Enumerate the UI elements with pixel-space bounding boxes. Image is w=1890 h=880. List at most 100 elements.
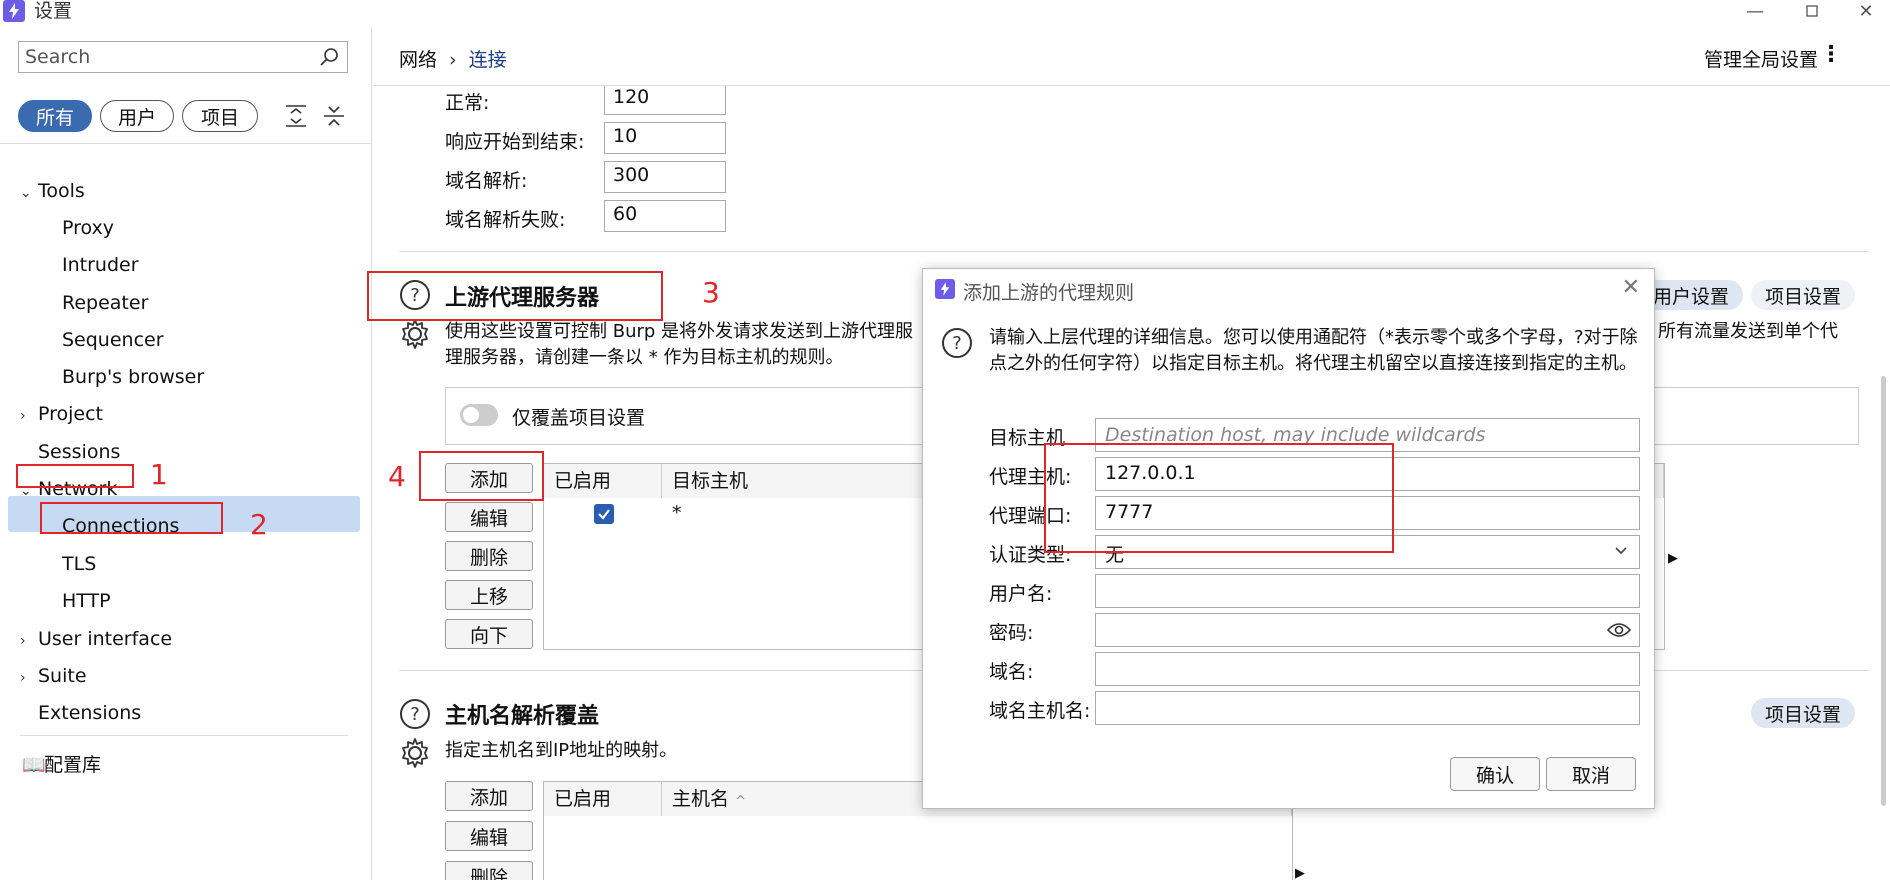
project-settings-pill[interactable]: 项目设置 — [1751, 698, 1856, 728]
tree-item-intruder[interactable]: Intruder — [62, 250, 139, 280]
proxy-port-label: 代理端口: — [989, 505, 1072, 527]
add-rule-button[interactable]: 添加 — [445, 463, 533, 493]
timeout-normal-input[interactable]: 120 — [604, 86, 726, 115]
password-label: 密码: — [989, 622, 1034, 644]
annotation-number: 2 — [250, 508, 268, 541]
breadcrumb-current: 连接 — [468, 49, 507, 71]
cancel-button[interactable]: 取消 — [1546, 757, 1636, 791]
proxy-port-input[interactable]: 7777 — [1095, 496, 1640, 530]
hostname-override-title: 主机名解析覆盖 — [445, 704, 600, 729]
dialog-title: 添加上游的代理规则 — [963, 282, 1135, 304]
delete-hostname-button[interactable]: 删除 — [445, 861, 533, 880]
maximize-icon[interactable] — [1792, 0, 1832, 22]
tree-item-tls[interactable]: TLS — [62, 549, 96, 579]
svg-text:?: ? — [952, 333, 962, 354]
timeout-dns-label: 域名解析: — [445, 170, 528, 192]
tree-item-user-interface[interactable]: › User interface — [20, 624, 172, 654]
config-library-link[interactable]: 📖配置库 — [22, 750, 101, 780]
move-up-button[interactable]: 上移 — [445, 580, 533, 610]
annotation-number: 1 — [150, 458, 168, 491]
confirm-button[interactable]: 确认 — [1450, 757, 1540, 791]
burp-logo-icon — [3, 0, 25, 22]
tree-item-sessions[interactable]: Sessions — [38, 437, 120, 467]
config-library-label: 配置库 — [44, 754, 102, 776]
scroll-right-arrow-icon[interactable]: ▶ — [1295, 866, 1305, 880]
close-icon[interactable]: ✕ — [1622, 275, 1640, 300]
move-down-button[interactable]: 向下 — [445, 619, 533, 649]
proxy-host-label: 代理主机: — [989, 466, 1072, 488]
help-icon[interactable]: ? — [399, 279, 431, 311]
collapse-all-icon[interactable] — [320, 102, 348, 130]
tree-item-project[interactable]: › Project — [20, 399, 103, 429]
domain-input[interactable] — [1095, 652, 1640, 686]
timeout-dns-input[interactable]: 300 — [604, 161, 726, 193]
gear-icon[interactable] — [399, 318, 431, 350]
domain-hostname-input[interactable] — [1095, 691, 1640, 725]
tree-item-tools[interactable]: ⌄ Tools — [20, 176, 85, 206]
chevron-right-icon: › — [20, 670, 26, 686]
auth-type-select[interactable]: 无 — [1095, 535, 1640, 569]
timeout-dns-fail-input[interactable]: 60 — [604, 200, 726, 232]
breadcrumb-parent[interactable]: 网络 — [399, 49, 437, 71]
close-window-icon[interactable]: ✕ — [1846, 0, 1886, 22]
domain-label: 域名: — [989, 661, 1034, 683]
vertical-scrollbar[interactable] — [1881, 376, 1886, 806]
sort-ascending-icon: ^ — [735, 794, 746, 809]
svg-text:?: ? — [410, 285, 420, 306]
rule-target-host-cell[interactable]: * — [672, 502, 682, 524]
tree-item-proxy[interactable]: Proxy — [62, 213, 114, 243]
tree-item-sequencer[interactable]: Sequencer — [62, 325, 164, 355]
proxy-host-input[interactable]: 127.0.0.1 — [1095, 457, 1640, 491]
username-label: 用户名: — [989, 583, 1053, 605]
filter-all-button[interactable]: 所有 — [18, 100, 92, 132]
dialog-info-text: 请输入上层代理的详细信息。您可以使用通配符（*表示零个或多个字母，?对于除点之外… — [989, 327, 1638, 374]
timeout-normal-label: 正常: — [445, 92, 490, 114]
rule-enabled-checkbox[interactable] — [594, 504, 614, 524]
expand-all-icon[interactable] — [282, 102, 310, 130]
manage-global-settings-button[interactable]: 管理全局设置 — [1704, 45, 1818, 72]
tree-item-network[interactable]: ⌄ Network — [20, 474, 117, 504]
gear-icon[interactable] — [399, 737, 431, 769]
minimize-icon[interactable]: — — [1735, 0, 1775, 22]
timeout-response-label: 响应开始到结束: — [445, 131, 585, 153]
override-toggle[interactable] — [460, 404, 498, 426]
search-icon[interactable] — [319, 47, 339, 67]
tree-item-repeater[interactable]: Repeater — [62, 288, 148, 318]
delete-rule-button[interactable]: 删除 — [445, 541, 533, 571]
help-icon[interactable]: ? — [399, 698, 431, 730]
book-icon: 📖 — [22, 754, 46, 776]
tree-item-http[interactable]: HTTP — [62, 586, 111, 616]
chevron-right-icon: › — [20, 408, 26, 424]
chevron-down-icon: ⌄ — [20, 483, 32, 499]
timeout-response-input[interactable]: 10 — [604, 122, 726, 154]
eye-icon[interactable] — [1607, 620, 1631, 640]
tree-item-suite[interactable]: › Suite — [20, 661, 87, 691]
scroll-right-arrow-icon[interactable]: ▶ — [1668, 551, 1678, 566]
more-options-icon[interactable]: ⋮ — [1820, 42, 1842, 67]
auth-type-label: 认证类型: — [989, 544, 1072, 566]
search-box[interactable] — [18, 41, 348, 73]
tree-item-burps-browser[interactable]: Burp's browser — [62, 362, 204, 392]
edit-rule-button[interactable]: 编辑 — [445, 502, 533, 532]
annotation-number: 4 — [388, 460, 406, 493]
filter-user-button[interactable]: 用户 — [100, 100, 174, 132]
column-enabled[interactable]: 已启用 — [544, 782, 662, 816]
password-input[interactable] — [1095, 613, 1640, 647]
tree-item-label: Suite — [38, 665, 87, 687]
edit-hostname-button[interactable]: 编辑 — [445, 821, 533, 851]
tree-item-connections[interactable]: Connections — [62, 511, 179, 541]
add-hostname-button[interactable]: 添加 — [445, 781, 533, 811]
column-hostname-label: 主机名 — [672, 788, 730, 810]
window-title: 设置 — [34, 0, 73, 22]
column-enabled[interactable]: 已启用 — [544, 464, 662, 498]
title-bar: 设置 — ✕ — [0, 0, 1890, 28]
project-settings-pill[interactable]: 项目设置 — [1751, 280, 1856, 310]
tree-item-label: Project — [38, 403, 104, 425]
target-host-input[interactable] — [1095, 418, 1640, 452]
override-label: 仅覆盖项目设置 — [512, 407, 646, 429]
filter-project-button[interactable]: 项目 — [182, 100, 258, 132]
username-input[interactable] — [1095, 574, 1640, 608]
settings-sidebar: 所有 用户 项目 ⌄Tools Proxy Intruder Repeater … — [0, 28, 372, 880]
tree-item-extensions[interactable]: Extensions — [38, 698, 141, 728]
search-input[interactable] — [25, 44, 305, 70]
